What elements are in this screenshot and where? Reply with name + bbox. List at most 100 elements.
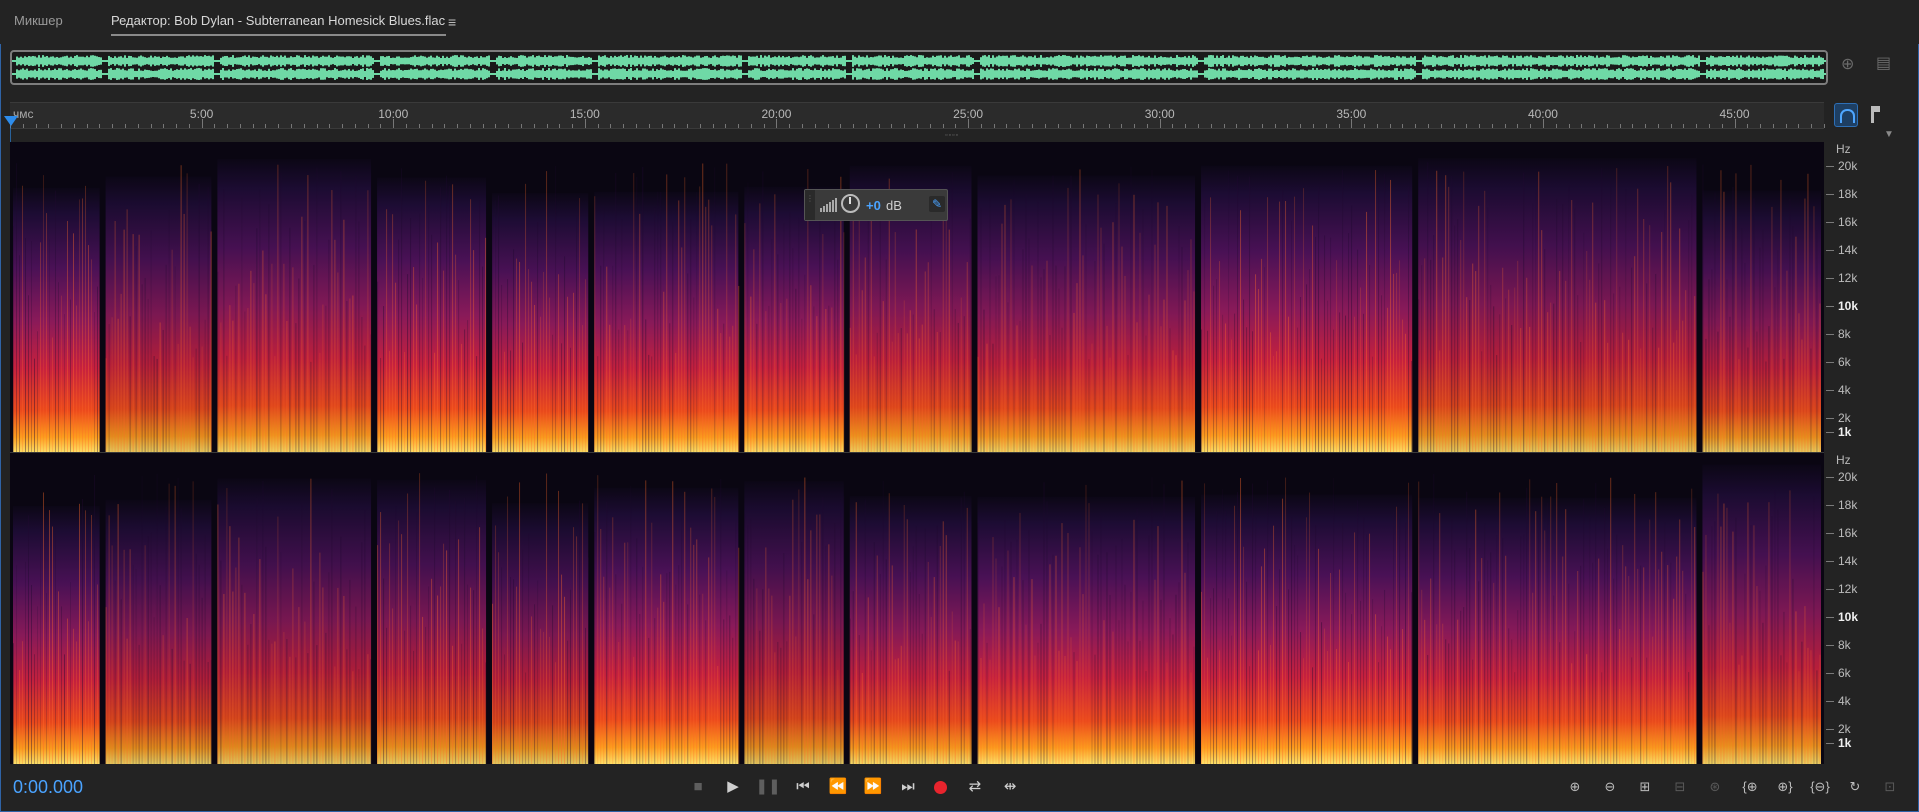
- ruler-tick: [1249, 124, 1251, 128]
- ruler-tick: [150, 124, 152, 128]
- hz-label: 8k: [1838, 327, 1851, 341]
- ruler-tick: [482, 124, 484, 128]
- ruler-tick: [853, 124, 855, 128]
- ruler-tick: [1031, 124, 1033, 128]
- zoom-out-amplitude-icon[interactable]: ⊖: [1597, 776, 1623, 798]
- vertical-scroll-handle[interactable]: ▫▫▫▫: [945, 132, 975, 139]
- snap-icon[interactable]: [1834, 103, 1858, 127]
- ruler-tick: [1555, 124, 1557, 128]
- ruler-tick: [1811, 124, 1813, 128]
- zoom-full-icon[interactable]: ⊡: [1877, 776, 1903, 798]
- ruler-tick: [418, 124, 420, 128]
- ruler-tick: [955, 124, 957, 128]
- pin-icon[interactable]: ✎: [929, 196, 945, 212]
- ruler-tick: [431, 124, 433, 128]
- ruler-tick: [1070, 124, 1072, 128]
- play-icon[interactable]: ▶: [720, 776, 746, 798]
- record-icon[interactable]: [927, 776, 953, 798]
- zoom-in-spectral-icon[interactable]: ⊛: [1702, 776, 1728, 798]
- hz-label: 14k: [1838, 554, 1858, 568]
- hz-tick: [1826, 617, 1834, 618]
- ruler-tick: [750, 124, 752, 128]
- zoom-navigator-icon[interactable]: ⊕: [1841, 54, 1854, 74]
- ruler-tick: [1198, 124, 1200, 128]
- hz-label: 18k: [1838, 187, 1858, 201]
- ruler-tick: [22, 124, 24, 128]
- go-to-start-icon[interactable]: ⏮: [790, 776, 816, 798]
- ruler-tick: [993, 124, 995, 128]
- ruler-tick: [380, 124, 382, 128]
- level-meter-icon: [820, 198, 837, 212]
- ruler-tick: [1057, 124, 1059, 128]
- frequency-axis-right: Hz 20k 18k 16k 14k 12k 10k 8k 6k 4k 2k 1k: [1826, 453, 1919, 764]
- ruler-tick: [1479, 124, 1481, 128]
- current-time-display[interactable]: 0:00.000: [13, 777, 83, 798]
- ruler-tick: [1734, 119, 1736, 128]
- hz-label: 6k: [1838, 355, 1851, 369]
- ruler-tick: [393, 119, 395, 128]
- volume-hud[interactable]: ⋮ +0 dB ✎: [804, 189, 948, 221]
- hz-tick: [1826, 250, 1834, 251]
- volume-knob[interactable]: [841, 194, 860, 213]
- ruler-tick: [1261, 124, 1263, 128]
- fast-forward-icon[interactable]: ⏩: [860, 776, 886, 798]
- ruler-tick: [1606, 124, 1608, 128]
- hz-axis-title: Hz: [1836, 453, 1851, 467]
- ruler-tick: [406, 124, 407, 128]
- hud-grip-handle[interactable]: ⋮: [805, 190, 815, 220]
- ruler-tick: [661, 124, 663, 128]
- ruler-tick: [1453, 124, 1455, 128]
- tab-editor[interactable]: Редактор: Bob Dylan - Subterranean Homes…: [111, 13, 447, 36]
- time-ruler[interactable]: чмс 5:00 10:00 15:00 20:00 25:00 30:00 35:00 40…: [10, 102, 1825, 129]
- ruler-tick: [1210, 124, 1212, 128]
- ruler-tick: [891, 124, 893, 128]
- stop-icon[interactable]: ■: [685, 776, 711, 798]
- ruler-tick: [1427, 124, 1429, 128]
- hud-gain-value[interactable]: +0: [866, 198, 881, 213]
- ruler-tick: [201, 119, 203, 128]
- waveform-overview[interactable]: [10, 50, 1828, 85]
- ruler-tick: [1619, 124, 1621, 128]
- ruler-tick: [559, 124, 561, 128]
- list-view-icon[interactable]: ▤: [1876, 53, 1891, 73]
- hz-tick: [1826, 306, 1834, 307]
- ruler-tick: [99, 124, 101, 128]
- ruler-tick: [1223, 124, 1225, 128]
- ruler-tick: [1594, 124, 1596, 128]
- pause-icon[interactable]: ❚❚: [755, 776, 781, 798]
- zoom-in-start-icon[interactable]: {⊕: [1737, 776, 1763, 798]
- tab-mixer[interactable]: Микшер: [14, 13, 63, 28]
- hz-tick: [1826, 390, 1834, 391]
- chevron-down-icon[interactable]: ▼: [1884, 129, 1894, 140]
- rewind-icon[interactable]: ⏪: [825, 776, 851, 798]
- ruler-tick: [648, 124, 650, 128]
- skip-selection-icon[interactable]: ⇹: [997, 776, 1023, 798]
- loop-icon[interactable]: ⇄: [962, 776, 988, 798]
- ruler-tick: [1568, 124, 1570, 128]
- ruler-tick: [227, 124, 229, 128]
- zoom-reset-icon[interactable]: ↻: [1842, 776, 1868, 798]
- zoom-in-amplitude-icon[interactable]: ⊕: [1562, 776, 1588, 798]
- go-to-end-icon[interactable]: ⏭: [895, 776, 921, 798]
- hz-tick: [1826, 589, 1834, 590]
- ruler-tick: [508, 124, 510, 128]
- ruler-tick: [814, 124, 816, 128]
- hamburger-menu-icon[interactable]: ≡: [448, 14, 456, 30]
- ruler-tick: [980, 124, 982, 128]
- spectrogram-channel-right[interactable]: [10, 453, 1824, 764]
- ruler-tick: [1824, 124, 1825, 128]
- zoom-selection-icon[interactable]: ⊞: [1632, 776, 1658, 798]
- hz-label: 1k: [1838, 425, 1852, 439]
- ruler-tick: [635, 124, 637, 128]
- playhead-marker[interactable]: [4, 116, 18, 126]
- marker-icon[interactable]: [1863, 103, 1885, 125]
- ruler-tick: [1121, 124, 1123, 128]
- ruler-tick: [1645, 124, 1647, 128]
- ruler-tick: [687, 124, 689, 128]
- zoom-in-end-icon[interactable]: ⊕}: [1772, 776, 1798, 798]
- ruler-tick: [495, 124, 497, 128]
- ruler-tick: [1491, 124, 1493, 128]
- zoom-out-center-icon[interactable]: {⊖}: [1807, 776, 1833, 798]
- ruler-tick: [137, 124, 139, 128]
- zoom-out-full-icon[interactable]: ⊟: [1667, 776, 1693, 798]
